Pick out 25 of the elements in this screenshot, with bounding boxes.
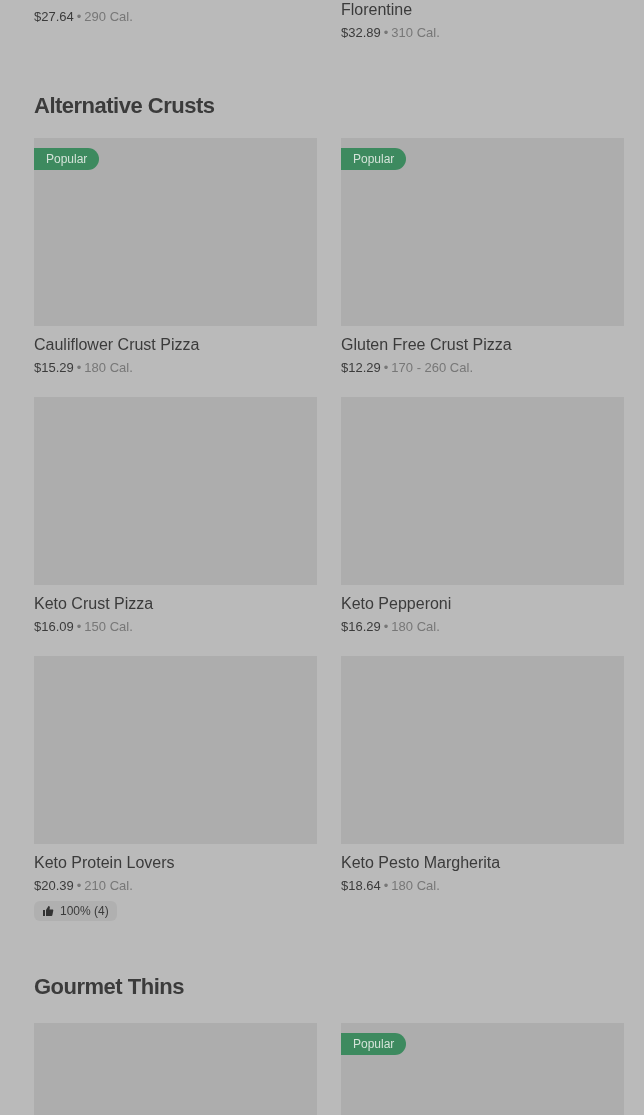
item-name[interactable]: Keto Pepperoni — [341, 594, 624, 614]
popular-badge: Popular — [34, 148, 100, 170]
image-placeholder[interactable]: Popular — [34, 138, 317, 326]
price-calories: $16.09 • 150 Cal. — [34, 618, 134, 636]
price-calories: $16.29 • 180 Cal. — [341, 618, 441, 636]
item-name[interactable]: Gluten Free Crust Pizza — [341, 335, 624, 355]
price-calories: $27.64 • 290 Cal. — [34, 8, 134, 26]
popular-badge: Popular — [341, 148, 407, 170]
image-placeholder[interactable]: Popular — [341, 1023, 624, 1115]
image-placeholder[interactable]: Popular — [341, 138, 624, 326]
item-name[interactable]: Cauliflower Crust Pizza — [34, 335, 317, 355]
price-calories: $12.29 • 170 - 260 Cal. — [341, 359, 474, 377]
item-name[interactable]: Keto Crust Pizza — [34, 594, 317, 614]
popular-badge: Popular — [341, 1033, 407, 1055]
price-calories: $32.89 • 310 Cal. — [341, 24, 441, 42]
price-calories: $18.64 • 180 Cal. — [341, 877, 441, 895]
section-heading: Gourmet Thins — [34, 973, 185, 1001]
section-heading: Alternative Crusts — [34, 92, 216, 120]
rating-badge: 100% (4) — [34, 901, 117, 921]
thumbs-up-icon — [42, 905, 54, 917]
item-name[interactable]: Keto Pesto Margherita — [341, 853, 624, 873]
price-calories: $15.29 • 180 Cal. — [34, 359, 134, 377]
item-name[interactable]: Keto Protein Lovers — [34, 853, 317, 873]
price-calories: $20.39 • 210 Cal. — [34, 877, 134, 895]
item-name[interactable]: Florentine — [341, 0, 624, 20]
